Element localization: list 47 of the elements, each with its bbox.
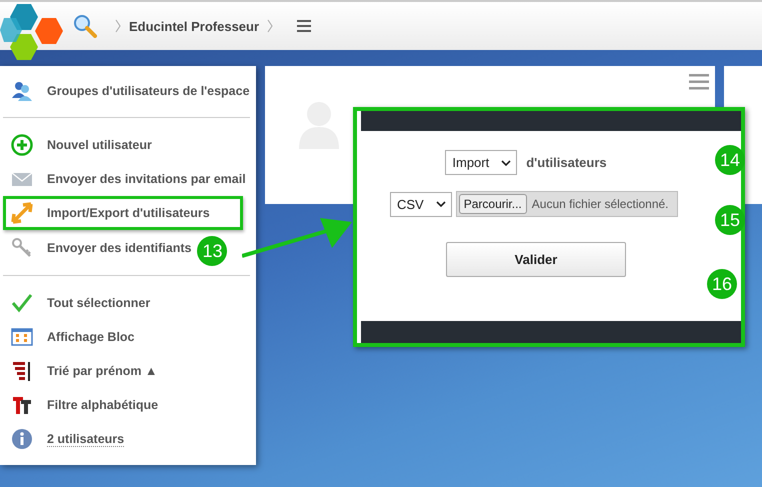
menu-item[interactable]: Nouvel utilisateur <box>3 128 158 162</box>
callout-number: 15 <box>715 205 745 235</box>
menu-item[interactable]: Trié par prénom ▲ <box>3 354 164 388</box>
menu-item-label[interactable]: 2 utilisateurs <box>47 432 124 446</box>
menu-item-label: Envoyer des invitations par email <box>47 172 246 186</box>
callout-number: 14 <box>715 145 745 175</box>
menu-item-label: Tout sélectionner <box>47 296 150 310</box>
grid-icon <box>11 326 33 348</box>
menu-item[interactable]: Tout sélectionner <box>3 286 156 320</box>
callout-number: 13 <box>197 236 228 266</box>
menu-item[interactable]: 2 utilisateurs <box>3 422 130 456</box>
keys-icon <box>11 237 33 259</box>
breadcrumb-separator-icon <box>115 19 121 33</box>
menu-item[interactable]: Affichage Bloc <box>3 320 141 354</box>
submit-button[interactable]: Valider <box>446 242 626 277</box>
file-input[interactable]: Parcourir... Aucun fichier sélectionné. <box>456 191 678 217</box>
menu-icon[interactable] <box>297 20 312 32</box>
menu-item-label: Groupes d'utilisateurs de l'espace <box>47 84 250 98</box>
callout-number: 16 <box>707 269 737 299</box>
search-icon[interactable] <box>73 14 97 38</box>
users-icon <box>11 80 33 102</box>
menu-item-label: Affichage Bloc <box>47 330 135 344</box>
menu-item[interactable]: Envoyer des invitations par email <box>3 162 252 196</box>
menu-item[interactable]: Groupes d'utilisateurs de l'espace <box>3 74 256 108</box>
caret-icon <box>501 160 512 166</box>
browse-button[interactable]: Parcourir... <box>458 194 527 214</box>
mode-label: d'utilisateurs <box>526 155 607 170</box>
menu-item[interactable]: Filtre alphabétique <box>3 388 164 422</box>
menu-item-label: Nouvel utilisateur <box>47 138 152 152</box>
letters-icon <box>11 394 33 416</box>
plus-circle-icon <box>11 134 33 156</box>
file-status: Aucun fichier sélectionné. <box>532 197 669 211</box>
menu-item[interactable]: Envoyer des identifiants <box>3 231 198 265</box>
breadcrumb-separator-icon <box>267 19 274 33</box>
format-select[interactable]: CSV <box>390 192 452 216</box>
sort-icon <box>11 360 33 382</box>
menu-item-label: Trié par prénom ▲ <box>47 364 158 378</box>
menu-item[interactable]: Import/Export d'utilisateurs <box>3 196 243 230</box>
breadcrumb-title[interactable]: Educintel Professeur <box>129 18 260 34</box>
arrows-icon <box>11 202 33 224</box>
mode-select[interactable]: Import <box>445 150 518 175</box>
menu-item-label: Import/Export d'utilisateurs <box>47 206 210 220</box>
menu-item-label: Filtre alphabétique <box>47 398 158 412</box>
checkmark-icon <box>11 292 33 314</box>
caret-icon <box>436 201 446 207</box>
menu-item-label: Envoyer des identifiants <box>47 241 192 255</box>
info-icon <box>11 428 33 450</box>
